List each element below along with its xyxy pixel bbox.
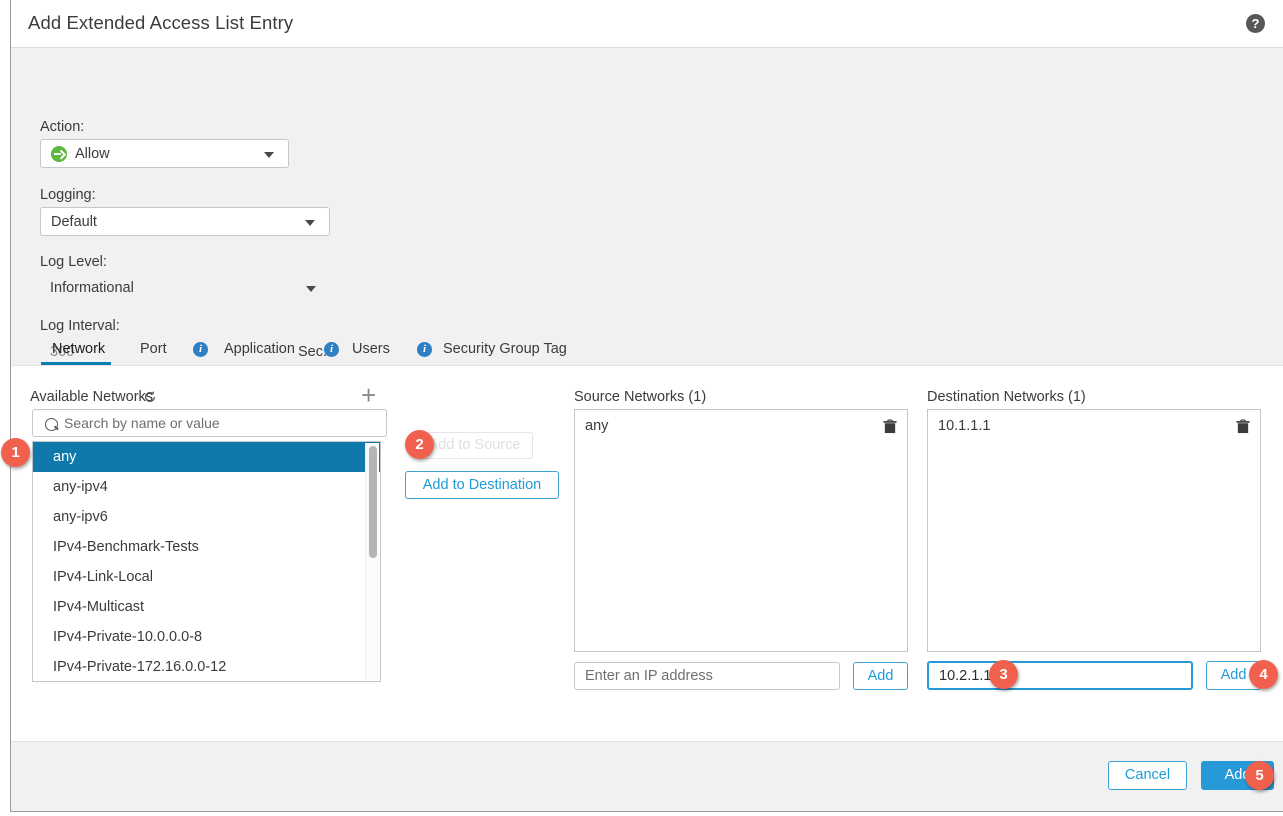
action-label: Action: — [40, 119, 85, 135]
log-level-select[interactable]: Informational — [40, 274, 330, 303]
log-level-label: Log Level: — [40, 254, 107, 270]
info-icon[interactable]: i — [193, 342, 208, 357]
source-ip-input[interactable]: Enter an IP address — [574, 662, 840, 690]
destination-ip-value: 10.2.1.1 — [939, 668, 992, 684]
logging-value: Default — [51, 214, 97, 230]
list-item[interactable]: any-ipv6 — [33, 502, 380, 532]
list-item[interactable]: any-ipv4 — [33, 472, 380, 502]
search-input[interactable]: Search by name or value — [32, 409, 387, 437]
step-badge-2: 2 — [405, 430, 434, 459]
list-item[interactable]: IPv4-Private-172.16.0.0-12 — [33, 652, 380, 681]
dialog-header: Add Extended Access List Entry ? — [11, 0, 1283, 48]
source-add-button[interactable]: Add — [853, 662, 908, 690]
search-placeholder: Search by name or value — [64, 415, 220, 431]
available-networks-list[interactable]: any any-ipv4 any-ipv6 IPv4-Benchmark-Tes… — [32, 441, 381, 682]
step-badge-4: 4 — [1249, 660, 1278, 689]
tab-strip: Network Port i Application i Users i Sec… — [11, 328, 1283, 365]
info-icon[interactable]: i — [417, 342, 432, 357]
destination-networks-box[interactable]: 10.1.1.1 — [927, 409, 1261, 652]
step-badge-1: 1 — [1, 438, 30, 467]
destination-ip-input[interactable]: 10.2.1.1 — [927, 661, 1193, 690]
tab-active-indicator — [41, 362, 111, 365]
destination-network-item: 10.1.1.1 — [938, 418, 991, 434]
page-title: Add Extended Access List Entry — [28, 12, 294, 33]
destination-networks-title: Destination Networks (1) — [927, 389, 1086, 405]
tab-users[interactable]: Users — [352, 341, 390, 357]
list-scrollbar[interactable] — [365, 443, 379, 680]
tab-application[interactable]: Application — [224, 341, 295, 357]
chevron-down-icon[interactable] — [264, 152, 274, 158]
delete-icon[interactable] — [883, 419, 897, 434]
delete-icon[interactable] — [1236, 419, 1250, 434]
step-badge-3: 3 — [989, 660, 1018, 689]
help-circle-icon[interactable]: ? — [1246, 14, 1265, 33]
add-network-object-plus-icon[interactable]: + — [361, 382, 376, 408]
tab-security-group-tag[interactable]: Security Group Tag — [443, 341, 567, 357]
log-level-value: Informational — [50, 280, 134, 296]
refresh-icon[interactable] — [143, 390, 157, 404]
logging-select[interactable]: Default — [40, 207, 330, 236]
dialog-footer: Cancel Add 5 — [11, 741, 1283, 811]
chevron-down-icon[interactable] — [306, 286, 316, 292]
available-networks-title: Available Networks — [30, 389, 154, 405]
step-badge-5: 5 — [1245, 761, 1274, 790]
info-icon[interactable]: i — [324, 342, 339, 357]
list-item[interactable]: IPv4-Benchmark-Tests — [33, 532, 380, 562]
list-item[interactable]: IPv4-Link-Local — [33, 562, 380, 592]
add-to-destination-button[interactable]: Add to Destination — [405, 471, 559, 499]
source-networks-box[interactable]: any — [574, 409, 908, 652]
allow-arrow-icon — [51, 146, 67, 162]
action-select[interactable]: Allow — [40, 139, 289, 168]
list-item[interactable]: IPv4-Multicast — [33, 592, 380, 622]
source-ip-placeholder: Enter an IP address — [585, 668, 713, 684]
tab-port[interactable]: Port — [140, 341, 167, 357]
entry-settings-form: Action: Allow Logging: Default Log Level… — [11, 48, 1283, 366]
search-icon — [45, 418, 58, 431]
list-item[interactable]: IPv4-Private-10.0.0.0-8 — [33, 622, 380, 652]
list-scrollbar-thumb[interactable] — [369, 446, 377, 558]
cancel-button[interactable]: Cancel — [1108, 761, 1187, 790]
add-extended-access-list-entry-dialog: Add Extended Access List Entry ? Action:… — [1, 0, 1283, 812]
source-networks-title: Source Networks (1) — [574, 389, 707, 405]
list-item[interactable]: any — [33, 442, 380, 472]
network-tab-panel: Available Networks + Search by name or v… — [1, 366, 1283, 744]
action-value: Allow — [75, 146, 110, 162]
tab-network[interactable]: Network — [52, 341, 105, 357]
logging-label: Logging: — [40, 187, 96, 203]
chevron-down-icon[interactable] — [305, 220, 315, 226]
source-network-item: any — [585, 418, 609, 434]
